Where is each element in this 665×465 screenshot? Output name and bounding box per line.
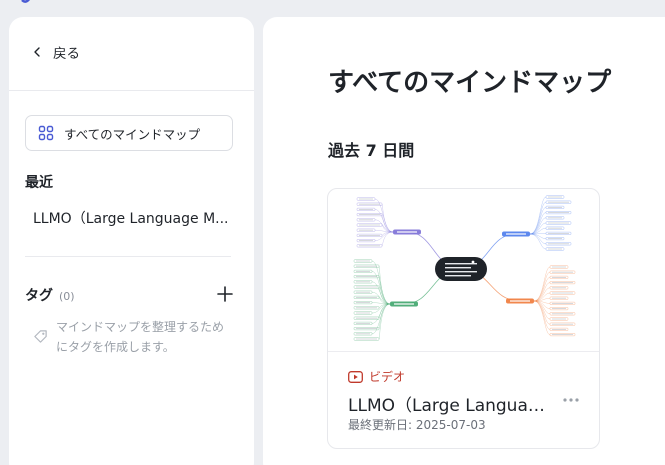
mindmap-preview-image: [353, 195, 576, 341]
tags-heading: タグ (0): [25, 285, 75, 305]
divider: [9, 90, 254, 91]
mindmap-thumbnail: [328, 189, 599, 352]
back-label: 戻る: [53, 46, 80, 62]
grid-icon: [38, 125, 54, 141]
logo-icon: [21, 0, 31, 3]
main-panel: すべてのマインドマップ 過去 7 日間 ビデオ LLMO（Large Langu…: [263, 17, 665, 465]
more-horizontal-icon[interactable]: [561, 392, 581, 408]
tag-icon: [34, 330, 47, 343]
add-tag-button[interactable]: [216, 285, 234, 303]
top-bar-fragment: [0, 0, 665, 14]
tags-count: (0): [59, 290, 75, 303]
card-title: LLMO（Large Language ...: [348, 396, 553, 416]
divider: [25, 256, 231, 257]
card-type-label: ビデオ: [369, 370, 406, 384]
mindmap-card[interactable]: ビデオ LLMO（Large Language ... 最終更新日: 2025-…: [327, 188, 600, 449]
tags-heading-label: タグ: [25, 288, 53, 304]
tags-empty-text: マインドマップを整理するためにタグを作成します。: [56, 320, 225, 354]
back-button[interactable]: 戻る: [31, 41, 80, 63]
card-updated: 最終更新日: 2025-07-03: [348, 418, 486, 432]
tags-empty-state: マインドマップを整理するためにタグを作成します。: [33, 317, 233, 357]
recent-item[interactable]: LLMO（Large Language M...: [33, 208, 238, 228]
page-title: すべてのマインドマップ: [328, 68, 612, 98]
recent-heading: 最近: [25, 175, 53, 191]
chevron-left-icon: [34, 47, 40, 57]
all-mindmaps-label: すべてのマインドマップ: [64, 126, 201, 142]
section-heading: 過去 7 日間: [328, 141, 415, 160]
card-type: ビデオ: [348, 368, 405, 385]
sidebar: 戻る すべてのマインドマップ 最近 LLMO（Large Language M.…: [9, 17, 254, 465]
all-mindmaps-button[interactable]: すべてのマインドマップ: [25, 115, 233, 151]
video-play-icon: [348, 370, 363, 383]
